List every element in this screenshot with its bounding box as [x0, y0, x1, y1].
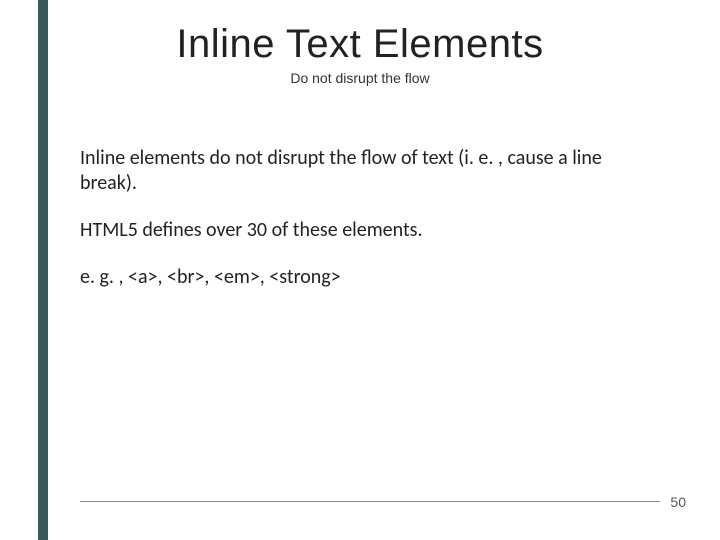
- body-paragraph: Inline elements do not disrupt the flow …: [80, 146, 640, 196]
- slide-body: Inline elements do not disrupt the flow …: [80, 146, 640, 312]
- body-paragraph: HTML5 defines over 30 of these elements.: [80, 218, 640, 243]
- slide-subtitle: Do not disrupt the flow: [0, 70, 720, 86]
- slide-title: Inline Text Elements: [0, 22, 720, 67]
- footer-divider: [80, 501, 660, 502]
- body-paragraph: e. g. , <a>, <br>, <em>, <strong>: [80, 265, 640, 290]
- slide: Inline Text Elements Do not disrupt the …: [0, 0, 720, 540]
- page-number: 50: [666, 494, 690, 510]
